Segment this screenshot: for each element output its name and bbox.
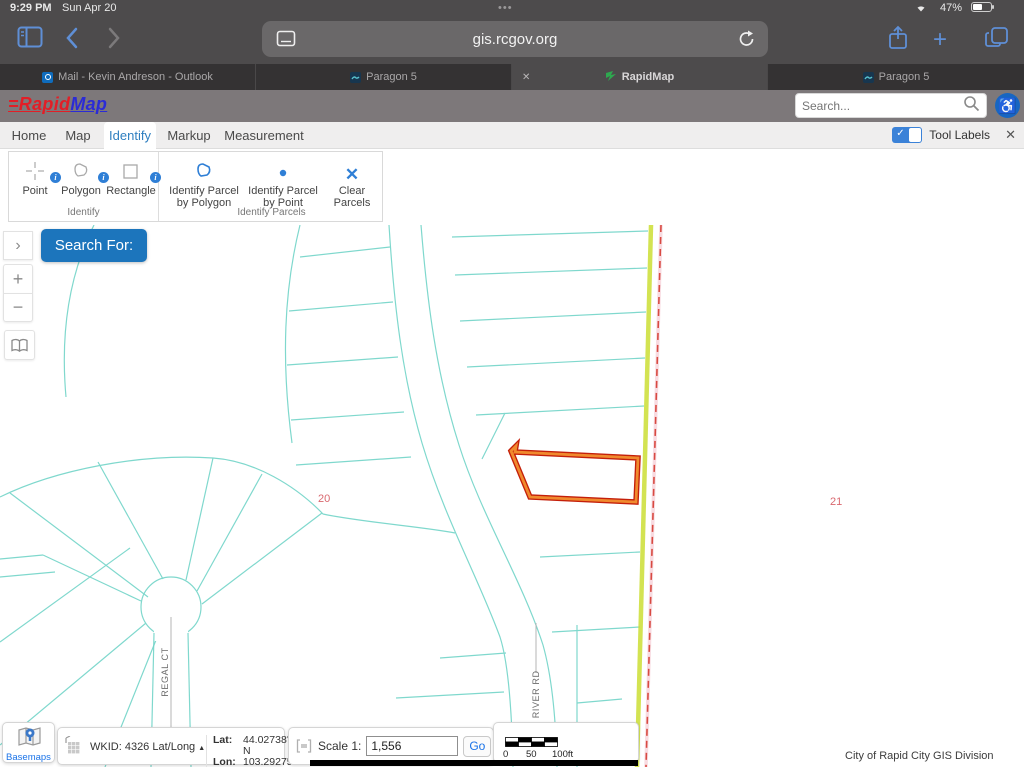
tab-mail[interactable]: Mail - Kevin Andreson - Outlook (0, 64, 256, 90)
rapidmap-icon (605, 70, 617, 85)
highlighted-parcel[interactable] (511, 446, 638, 502)
tab-markup[interactable]: Markup (164, 122, 214, 149)
sidebar-icon[interactable] (17, 25, 43, 54)
scale-input[interactable] (366, 736, 458, 756)
search-for-button[interactable]: Search For: (41, 229, 147, 262)
identify-group: i Point i Polygon i Rectangle (9, 152, 159, 221)
scalebar-zero: 0 (503, 749, 508, 760)
search-icon[interactable] (963, 95, 986, 117)
ribbon-nav: Home Map Identify Markup Measurement ✓ T… (0, 122, 1024, 149)
basemaps-button[interactable]: Basemaps (2, 722, 55, 763)
parcel-polygon-icon (165, 159, 243, 181)
tool-strip: i Point i Polygon i Rectangle (0, 149, 1024, 225)
wifi-icon (914, 2, 928, 16)
scalebar-fifty: 50 (526, 749, 537, 760)
close-tab-icon[interactable]: ✕ (522, 72, 530, 83)
url-text: gis.rcgov.org (473, 31, 558, 48)
tool-labels-toggle[interactable]: ✓ (892, 127, 922, 143)
paragon-icon (350, 72, 361, 83)
point-crosshair-icon: i (13, 159, 57, 181)
rectangle-icon: i (105, 159, 157, 181)
tab-identify[interactable]: Identify (104, 122, 156, 149)
map-canvas[interactable]: 20 21 REGAL CT ND RIVER RD (0, 225, 1024, 767)
forward-icon[interactable] (106, 27, 122, 54)
caret-up-icon: ▲ (198, 745, 205, 752)
lat-label: Lat: (213, 735, 239, 757)
tool-labels-label: Tool Labels (929, 128, 990, 142)
zoom-in-button[interactable]: + (3, 264, 33, 293)
tab-paragon-1[interactable]: Paragon 5 (256, 64, 512, 90)
parcel-point-icon (245, 159, 321, 181)
clear-parcels-button[interactable]: ✕ Clear Parcels (323, 159, 381, 209)
multitask-dots-icon: ••• (498, 2, 513, 14)
date: Sun Apr 20 (62, 2, 116, 14)
tab-map[interactable]: Map (58, 122, 98, 149)
tab-home[interactable]: Home (8, 122, 50, 149)
zoom-out-button[interactable]: − (3, 293, 33, 322)
latlon-readout: Lat:44.02738° N Lon:103.29275° W (206, 735, 297, 767)
paragon-icon (863, 72, 874, 83)
basemaps-icon (16, 725, 42, 749)
tab-paragon-2[interactable]: Paragon 5 (768, 64, 1024, 90)
scalebar-graphic (505, 737, 559, 747)
scale-label: Scale 1: (318, 739, 361, 753)
new-tab-icon[interactable]: + (933, 26, 947, 54)
point-tool-button[interactable]: i Point (13, 159, 57, 197)
battery-percent: 47% (940, 2, 962, 14)
identify-tool-panel: i Point i Polygon i Rectangle (8, 151, 383, 222)
underline-bar (310, 760, 638, 766)
identify-parcel-by-point-button[interactable]: Identify Parcel by Point (245, 159, 321, 209)
attribution: City of Rapid City GIS Division (845, 750, 994, 762)
identify-parcels-group-label: Identify Parcels (159, 207, 384, 218)
block-label-20: 20 (318, 493, 330, 505)
share-icon[interactable] (886, 25, 910, 58)
basemaps-label: Basemaps (3, 752, 54, 763)
accessibility-icon[interactable]: ♿ (995, 93, 1020, 118)
safari-toolbar: gis.rcgov.org + (0, 17, 1024, 64)
scalebar-hundred: 100ft (552, 749, 573, 760)
outlook-icon (42, 72, 53, 83)
app-header: =RapidMap ♿ (0, 90, 1024, 122)
tab-bar: Mail - Kevin Andreson - Outlook Paragon … (0, 64, 1024, 90)
tab-measurement[interactable]: Measurement (224, 122, 304, 149)
status-bar: 9:29 PM Sun Apr 20 ••• 47% (0, 0, 1024, 17)
clock: 9:29 PM (10, 2, 52, 14)
identify-parcel-by-polygon-button[interactable]: Identify Parcel by Polygon (165, 159, 243, 209)
block-label-21: 21 (830, 496, 842, 508)
search-input[interactable] (796, 99, 963, 113)
bookmarks-button[interactable] (4, 330, 35, 360)
identify-parcels-group: Identify Parcel by Polygon Identify Parc… (159, 152, 384, 221)
battery-icon (971, 2, 992, 12)
tool-labels-control: ✓ Tool Labels (892, 127, 990, 143)
wkid-selector[interactable]: WKID: 4326 Lat/Long ▲ (90, 741, 205, 753)
url-bar[interactable]: gis.rcgov.org (262, 21, 768, 57)
polygon-tool-button[interactable]: i Polygon (57, 159, 105, 197)
header-search-box[interactable] (795, 93, 987, 118)
road-label-regal-ct: REGAL CT (160, 647, 170, 696)
coordinate-panel: WKID: 4326 Lat/Long ▲ Lat:44.02738° N Lo… (57, 727, 285, 765)
tabs-overview-icon[interactable] (984, 25, 1010, 56)
reload-icon[interactable] (737, 29, 756, 53)
expand-panel-button[interactable]: › (3, 231, 33, 260)
ipad-screen: 9:29 PM Sun Apr 20 ••• 47% gis.rcgov.org (0, 0, 1024, 767)
rapidmap-logo[interactable]: =RapidMap (8, 94, 107, 115)
page-settings-icon[interactable] (276, 30, 296, 51)
scalebar-panel: 0 50 100ft (493, 722, 639, 763)
book-icon (10, 338, 29, 353)
go-button[interactable]: Go (463, 736, 491, 757)
tab-rapidmap[interactable]: ✕ RapidMap (512, 64, 768, 90)
polygon-icon: i (57, 159, 105, 181)
identify-group-label: Identify (9, 207, 158, 218)
clear-parcels-icon: ✕ (345, 169, 359, 181)
back-icon[interactable] (64, 27, 80, 54)
ribbon-close-icon[interactable]: ✕ (1005, 127, 1016, 143)
rectangle-tool-button[interactable]: i Rectangle (105, 159, 157, 197)
wkid-grid-icon (64, 736, 82, 756)
lon-label: Lon: (213, 757, 239, 767)
scale-icon (296, 739, 312, 753)
